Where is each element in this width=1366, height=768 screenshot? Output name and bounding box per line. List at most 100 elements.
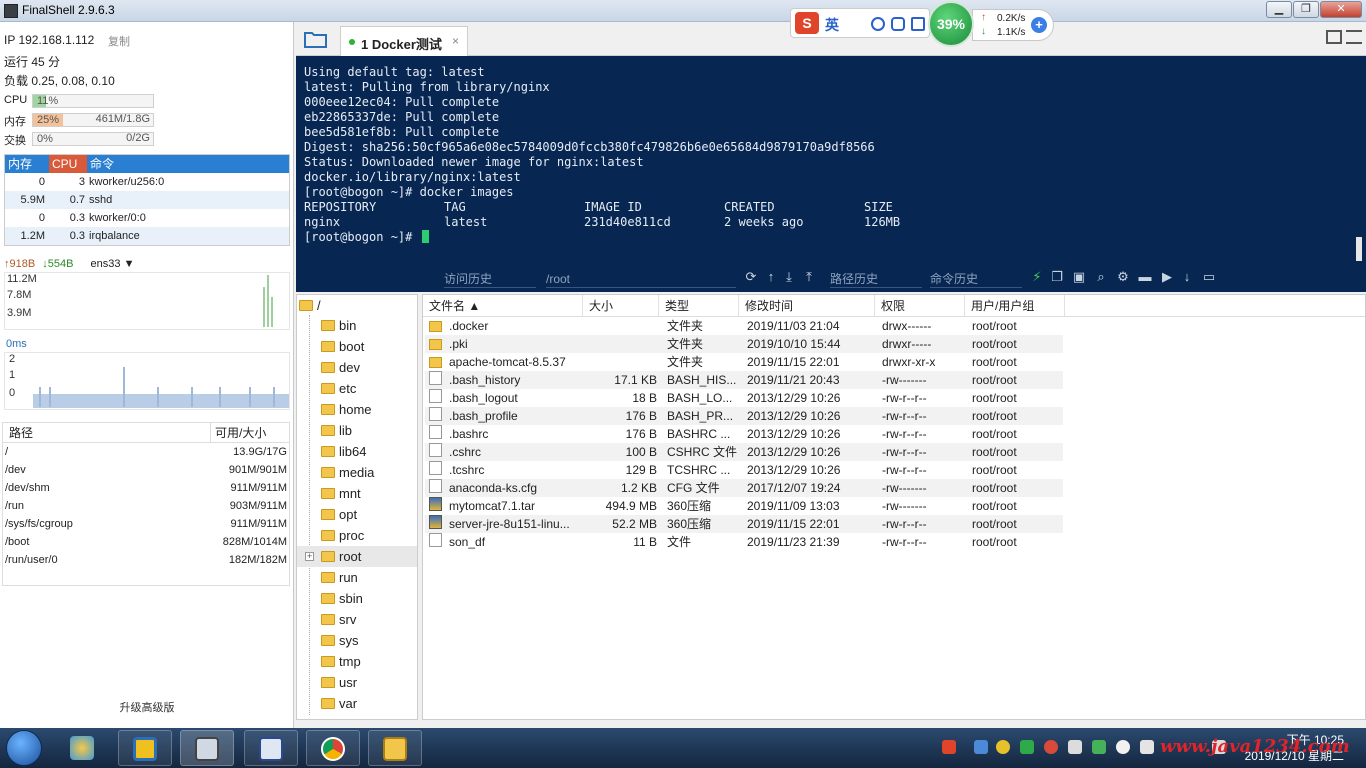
paste-icon[interactable]: ▣ — [1072, 270, 1086, 284]
header-command[interactable]: 命令 — [87, 155, 114, 173]
header-modified[interactable]: 修改时间 — [739, 295, 875, 317]
taskbar-app-remote-desktop[interactable] — [180, 730, 234, 766]
file-row[interactable]: server-jre-8u151-linu... 52.2 MB 360压缩 2019… — [425, 515, 1063, 533]
minimize-button[interactable]: ▁ — [1266, 1, 1292, 18]
taskbar-app-finalshell[interactable] — [118, 730, 172, 766]
filesystem-row[interactable]: / 13.9G/17G — [3, 443, 289, 461]
tree-item-tmp[interactable]: tmp — [297, 651, 417, 672]
expand-icon[interactable]: + — [305, 552, 314, 561]
tree-item-root[interactable]: + root — [297, 546, 417, 567]
file-row[interactable]: .cshrc 100 B CSHRC 文件 2013/12/29 10:26 -rw-r… — [425, 443, 1063, 461]
filesystem-row[interactable]: /run/user/0 182M/182M — [3, 551, 289, 569]
path-history-input[interactable]: 路径历史 — [830, 270, 922, 288]
process-row[interactable]: 0 3 kworker/u256:0 — [5, 173, 289, 191]
file-row[interactable]: mytomcat7.1.tar 494.9 MB 360压缩 2019/11/09 1… — [425, 497, 1063, 515]
header-owner[interactable]: 用户/用户组 — [965, 295, 1065, 317]
header-memory[interactable]: 内存 — [5, 155, 49, 173]
file-row[interactable]: son_df 11 B 文件 2019/11/23 21:39 -rw-r--r-- ro… — [425, 533, 1063, 551]
tray-security-icon[interactable] — [1044, 740, 1058, 754]
header-permissions[interactable]: 权限 — [875, 295, 965, 317]
copy-ip-link[interactable]: 复制 — [108, 33, 130, 49]
smiley-icon[interactable] — [871, 17, 885, 31]
up-dir-icon[interactable]: ↑ — [764, 270, 778, 284]
grid-layout-icon[interactable] — [1326, 30, 1342, 44]
tree-item-run[interactable]: run — [297, 567, 417, 588]
arrow-down-icon[interactable]: ↓ — [1180, 270, 1194, 284]
process-row[interactable]: 0 0.3 kworker/0:0 — [5, 209, 289, 227]
path-input[interactable]: /root — [546, 270, 736, 288]
tray-usb-icon[interactable] — [1068, 740, 1082, 754]
file-row[interactable]: .pki 文件夹 2019/10/10 15:44 drwxr----- root/ro… — [425, 335, 1063, 353]
tray-sogou-icon[interactable] — [942, 740, 956, 754]
accelerate-plus-icon[interactable]: + — [1031, 17, 1047, 33]
header-size[interactable]: 可用/大小 — [211, 423, 266, 442]
tree-item-sbin[interactable]: sbin — [297, 588, 417, 609]
tray-network-icon[interactable] — [974, 740, 988, 754]
file-row[interactable]: .docker 文件夹 2019/11/03 21:04 drwx------ root… — [425, 317, 1063, 335]
window-icon[interactable]: ▭ — [1202, 270, 1216, 284]
file-row[interactable]: .tcshrc 129 B TCSHRC ... 2013/12/29 10:26 -r… — [425, 461, 1063, 479]
filesystem-row[interactable]: /dev/shm 911M/911M — [3, 479, 289, 497]
tree-item-usr[interactable]: usr — [297, 672, 417, 693]
lightning-icon[interactable]: ⚡ — [1030, 270, 1044, 284]
tree-item-media[interactable]: media — [297, 462, 417, 483]
command-history-input[interactable]: 命令历史 — [930, 270, 1022, 288]
tray-plus-icon[interactable] — [996, 740, 1010, 754]
upgrade-link[interactable]: 升级高级版 — [0, 699, 294, 715]
microphone-icon[interactable] — [891, 17, 905, 31]
tree-item-proc[interactable]: proc — [297, 525, 417, 546]
copy-icon[interactable]: ❐ — [1050, 270, 1064, 284]
tray-shield-icon[interactable] — [1020, 740, 1034, 754]
tray-qq-icon[interactable] — [1116, 740, 1130, 754]
terminal[interactable]: Using default tag: latest latest: Pullin… — [296, 56, 1366, 264]
file-row[interactable]: anaconda-ks.cfg 1.2 KB CFG 文件 2017/12/07 19… — [425, 479, 1063, 497]
taskbar-app-chrome[interactable] — [306, 730, 360, 766]
tree-item-bin[interactable]: bin — [297, 315, 417, 336]
tree-item-dev[interactable]: dev — [297, 357, 417, 378]
close-tab-icon[interactable]: × — [452, 34, 459, 48]
filesystem-row[interactable]: /run 903M/911M — [3, 497, 289, 515]
tree-item-etc[interactable]: etc — [297, 378, 417, 399]
refresh-icon[interactable]: ⟳ — [744, 270, 758, 284]
header-filename[interactable]: 文件名 ▲ — [423, 295, 583, 317]
gear-icon[interactable]: ⚙ — [1116, 270, 1130, 284]
keyboard-icon[interactable] — [911, 17, 925, 31]
download-icon[interactable]: ⤓ — [782, 270, 796, 284]
start-button[interactable] — [6, 730, 42, 766]
tree-item-boot[interactable]: boot — [297, 336, 417, 357]
cpu-usage-ball[interactable]: 39% — [928, 1, 974, 47]
access-history-input[interactable]: 访问历史 — [444, 270, 536, 288]
file-row[interactable]: apache-tomcat-8.5.37 文件夹 2019/11/15 22:01 d… — [425, 353, 1063, 371]
header-path[interactable]: 路径 — [3, 423, 211, 442]
close-window-button[interactable]: ✕ — [1320, 1, 1362, 18]
play-icon[interactable]: ▶ — [1160, 270, 1174, 284]
file-row[interactable]: .bash_history 17.1 KB BASH_HIS... 2019/11/2… — [425, 371, 1063, 389]
header-size[interactable]: 大小 — [583, 295, 659, 317]
tree-item-lib[interactable]: lib — [297, 420, 417, 441]
taskbar-app-editor[interactable] — [244, 730, 298, 766]
menu-icon[interactable] — [1346, 30, 1362, 44]
filesystem-row[interactable]: /sys/fs/cgroup 911M/911M — [3, 515, 289, 533]
terminal-scrollbar[interactable] — [1356, 237, 1362, 261]
interface-select[interactable]: ens33 ▼ — [91, 258, 135, 270]
tree-item-var[interactable]: var — [297, 693, 417, 714]
maximize-button[interactable]: ❐ — [1293, 1, 1319, 18]
folder-icon[interactable]: ▬ — [1138, 270, 1152, 284]
taskbar-app-360[interactable] — [56, 730, 110, 766]
tree-item-home[interactable]: home — [297, 399, 417, 420]
search-icon[interactable]: ⌕ — [1094, 270, 1108, 284]
tree-item-opt[interactable]: opt — [297, 504, 417, 525]
filesystem-row[interactable]: /dev 901M/901M — [3, 461, 289, 479]
upload-icon[interactable]: ⤒ — [802, 270, 816, 284]
tray-360-shield-icon[interactable] — [1092, 740, 1106, 754]
filesystem-row[interactable]: /boot 828M/1014M — [3, 533, 289, 551]
header-cpu[interactable]: CPU — [49, 155, 87, 173]
tree-item-mnt[interactable]: mnt — [297, 483, 417, 504]
tree-item-srv[interactable]: srv — [297, 609, 417, 630]
sogou-icon[interactable]: S — [795, 12, 819, 34]
header-type[interactable]: 类型 — [659, 295, 739, 317]
file-row[interactable]: .bash_logout 18 B BASH_LO... 2013/12/29 10:… — [425, 389, 1063, 407]
tree-item-lib64[interactable]: lib64 — [297, 441, 417, 462]
ime-language[interactable]: 英 — [825, 15, 839, 35]
tree-item-sys[interactable]: sys — [297, 630, 417, 651]
